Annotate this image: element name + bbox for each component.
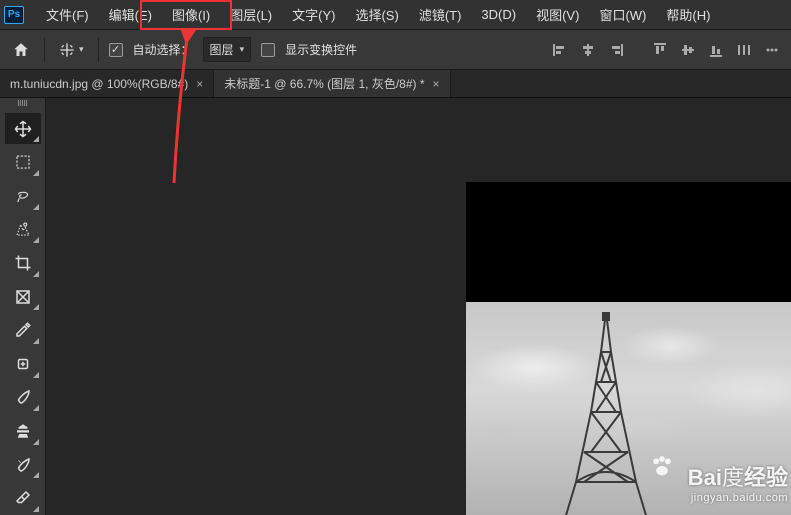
align-top-icon[interactable] [649,39,671,61]
watermark-url: jingyan.baidu.com [688,492,788,504]
auto-select-checkbox[interactable] [109,43,123,57]
watermark-brand: Bai [688,465,722,490]
close-icon[interactable]: × [433,77,440,91]
workspace: Bai度经验 jingyan.baidu.com [0,98,791,515]
eyedropper-tool[interactable] [5,314,41,346]
menu-filter[interactable]: 滤镜(T) [409,1,472,28]
marquee-tool[interactable] [5,146,41,178]
clone-stamp-tool[interactable] [5,415,41,447]
options-bar: ▾ 自动选择： 图层 ▾ 显示变换控件 [0,30,791,70]
more-options-icon[interactable] [761,39,783,61]
auto-select-label: 自动选择： [133,41,193,58]
home-icon[interactable] [8,37,34,63]
healing-brush-tool[interactable] [5,348,41,380]
ps-logo: Ps [4,6,24,24]
tools-panel [0,98,46,515]
canvas-black-region [466,182,791,302]
menu-select[interactable]: 选择(S) [345,1,408,28]
target-dropdown-value: 图层 [210,41,234,58]
close-icon[interactable]: × [196,77,203,91]
document-tab[interactable]: 未标题-1 @ 66.7% (图层 1, 灰色/8#) * × [214,70,450,97]
document-tab[interactable]: m.tuniucdn.jpg @ 100%(RGB/8#) × [0,70,214,97]
show-transform-checkbox[interactable] [261,43,275,57]
document-tabs: m.tuniucdn.jpg @ 100%(RGB/8#) × 未标题-1 @ … [0,70,791,98]
crop-tool[interactable] [5,247,41,279]
menu-edit[interactable]: 编辑(E) [99,1,162,28]
canvas-image: Bai度经验 jingyan.baidu.com [466,302,791,515]
menu-file[interactable]: 文件(F) [36,1,99,28]
show-transform-label: 显示变换控件 [285,41,357,58]
align-left-icon[interactable] [549,39,571,61]
watermark: Bai度经验 jingyan.baidu.com [688,460,788,504]
move-tool[interactable] [5,113,41,145]
panel-grip[interactable] [8,100,38,108]
chevron-down-icon: ▾ [79,44,84,55]
history-brush-tool[interactable] [5,449,41,481]
align-right-icon[interactable] [605,39,627,61]
tab-label: 未标题-1 @ 66.7% (图层 1, 灰色/8#) * [224,75,424,92]
menu-image[interactable]: 图像(I) [162,1,220,28]
chevron-down-icon: ▾ [240,44,245,55]
frame-tool[interactable] [5,281,41,313]
divider [44,38,45,62]
watermark-brand2: 经验 [744,465,788,490]
menu-layer[interactable]: 图层(L) [220,1,282,28]
divider [98,38,99,62]
tab-label: m.tuniucdn.jpg @ 100%(RGB/8#) [10,77,188,91]
distribute-icon[interactable] [733,39,755,61]
lasso-tool[interactable] [5,180,41,212]
menu-3d[interactable]: 3D(D) [471,3,526,26]
menubar: Ps 文件(F) 编辑(E) 图像(I) 图层(L) 文字(Y) 选择(S) 滤… [0,0,791,30]
align-center-h-icon[interactable] [577,39,599,61]
menu-help[interactable]: 帮助(H) [656,1,720,28]
tool-indicator[interactable]: ▾ [55,40,88,60]
eraser-tool[interactable] [5,482,41,514]
align-bottom-icon[interactable] [705,39,727,61]
target-dropdown[interactable]: 图层 ▾ [203,37,252,62]
align-middle-v-icon[interactable] [677,39,699,61]
paw-icon [648,452,676,480]
align-group [549,39,783,61]
brush-tool[interactable] [5,382,41,414]
menu-type[interactable]: 文字(Y) [282,1,345,28]
quick-select-tool[interactable] [5,214,41,246]
menu-window[interactable]: 窗口(W) [589,1,656,28]
canvas-area[interactable]: Bai度经验 jingyan.baidu.com [46,98,791,515]
eiffel-tower [546,312,666,515]
menu-view[interactable]: 视图(V) [526,1,589,28]
